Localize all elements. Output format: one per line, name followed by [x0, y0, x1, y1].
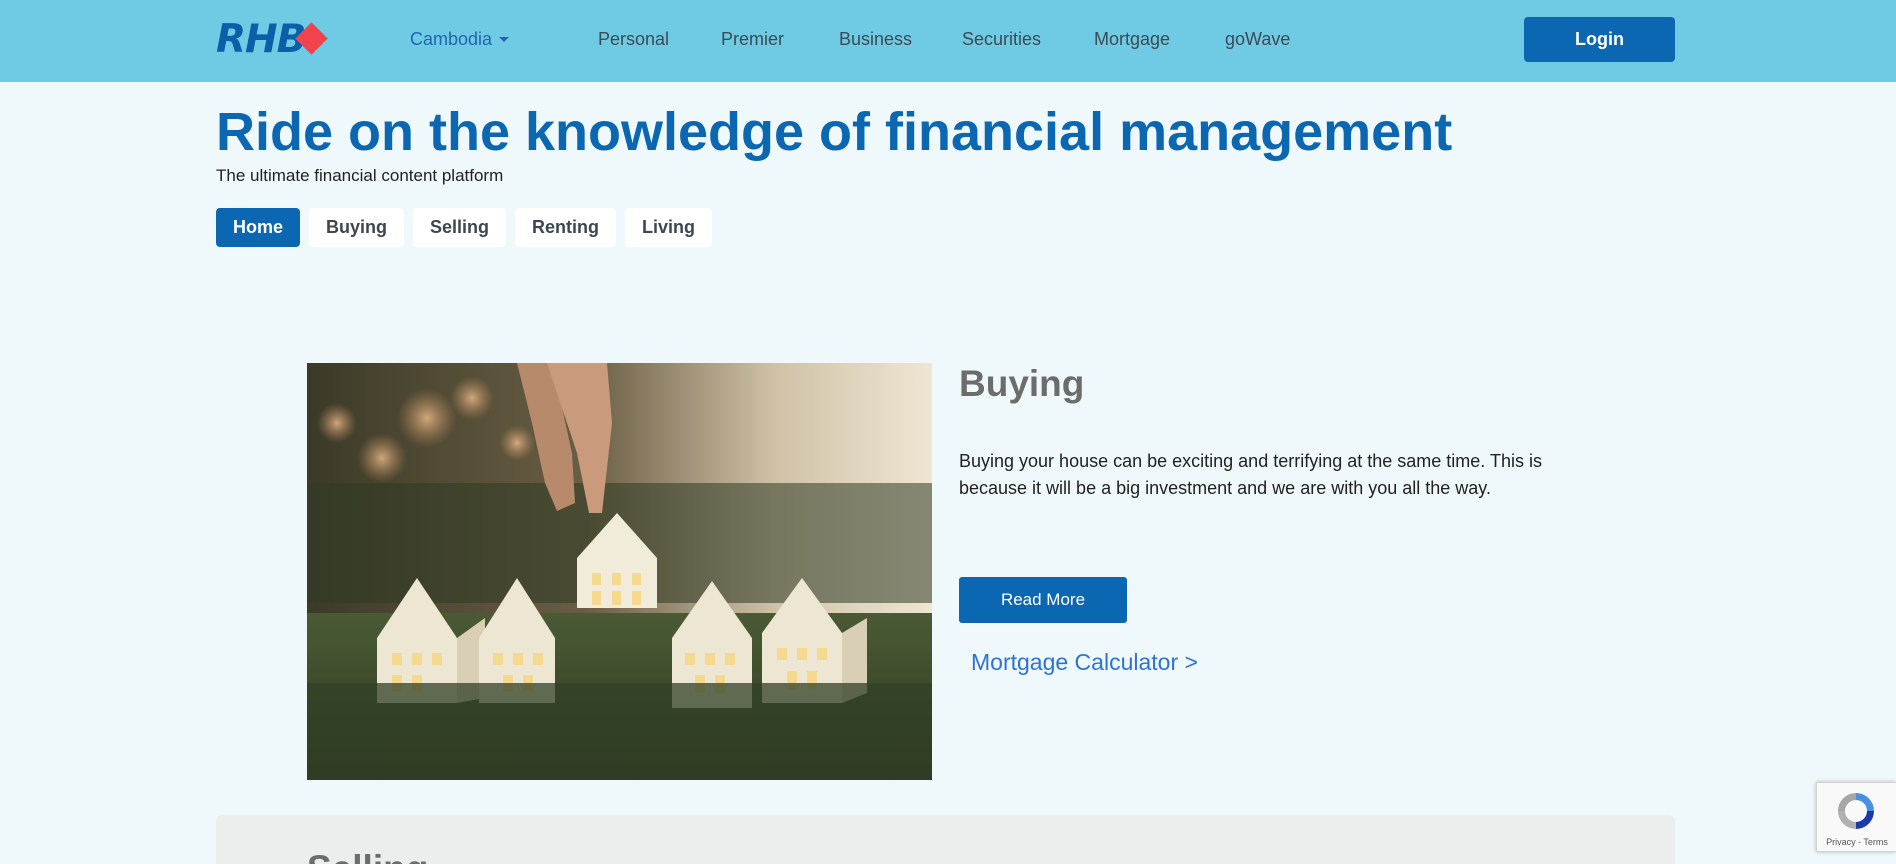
- nav-business[interactable]: Business: [839, 28, 912, 50]
- rhb-logo[interactable]: RHB: [216, 18, 331, 62]
- nav-mortgage[interactable]: Mortgage: [1094, 28, 1170, 50]
- nav-securities[interactable]: Securities: [962, 28, 1041, 50]
- tab-home[interactable]: Home: [216, 208, 301, 247]
- logo-text: RHB: [216, 17, 306, 62]
- country-label: Cambodia: [410, 29, 493, 49]
- selling-section: Selling: [216, 815, 1675, 864]
- feature-title: Buying: [959, 363, 1085, 404]
- mortgage-calculator-link[interactable]: Mortgage Calculator >: [971, 648, 1198, 676]
- buying-feature-image: [307, 363, 932, 780]
- page-subtitle: The ultimate financial content platform: [216, 166, 504, 185]
- login-button[interactable]: Login: [1524, 17, 1675, 62]
- tab-renting[interactable]: Renting: [515, 208, 617, 247]
- page-title: Ride on the knowledge of financial manag…: [216, 102, 1453, 162]
- feature-description: Buying your house can be exciting and te…: [959, 451, 1542, 498]
- nav-premier[interactable]: Premier: [721, 28, 784, 50]
- tab-buying[interactable]: Buying: [309, 208, 405, 247]
- top-navbar: RHB Cambodia Personal Premier Business S…: [0, 0, 1896, 82]
- recaptcha-badge[interactable]: Privacy - Terms: [1816, 782, 1896, 852]
- caret-down-icon: [499, 36, 510, 42]
- country-dropdown[interactable]: Cambodia: [410, 28, 510, 50]
- tab-living[interactable]: Living: [625, 208, 713, 247]
- category-tabs: Home Buying Selling Renting Living: [216, 208, 713, 247]
- tab-selling[interactable]: Selling: [413, 208, 507, 247]
- nav-personal[interactable]: Personal: [598, 28, 669, 50]
- read-more-button[interactable]: Read More: [959, 577, 1127, 623]
- recaptcha-icon: [1838, 793, 1874, 829]
- nav-gowave[interactable]: goWave: [1225, 28, 1290, 50]
- recaptcha-links[interactable]: Privacy - Terms: [1817, 837, 1896, 848]
- selling-section-title: Selling: [307, 847, 428, 864]
